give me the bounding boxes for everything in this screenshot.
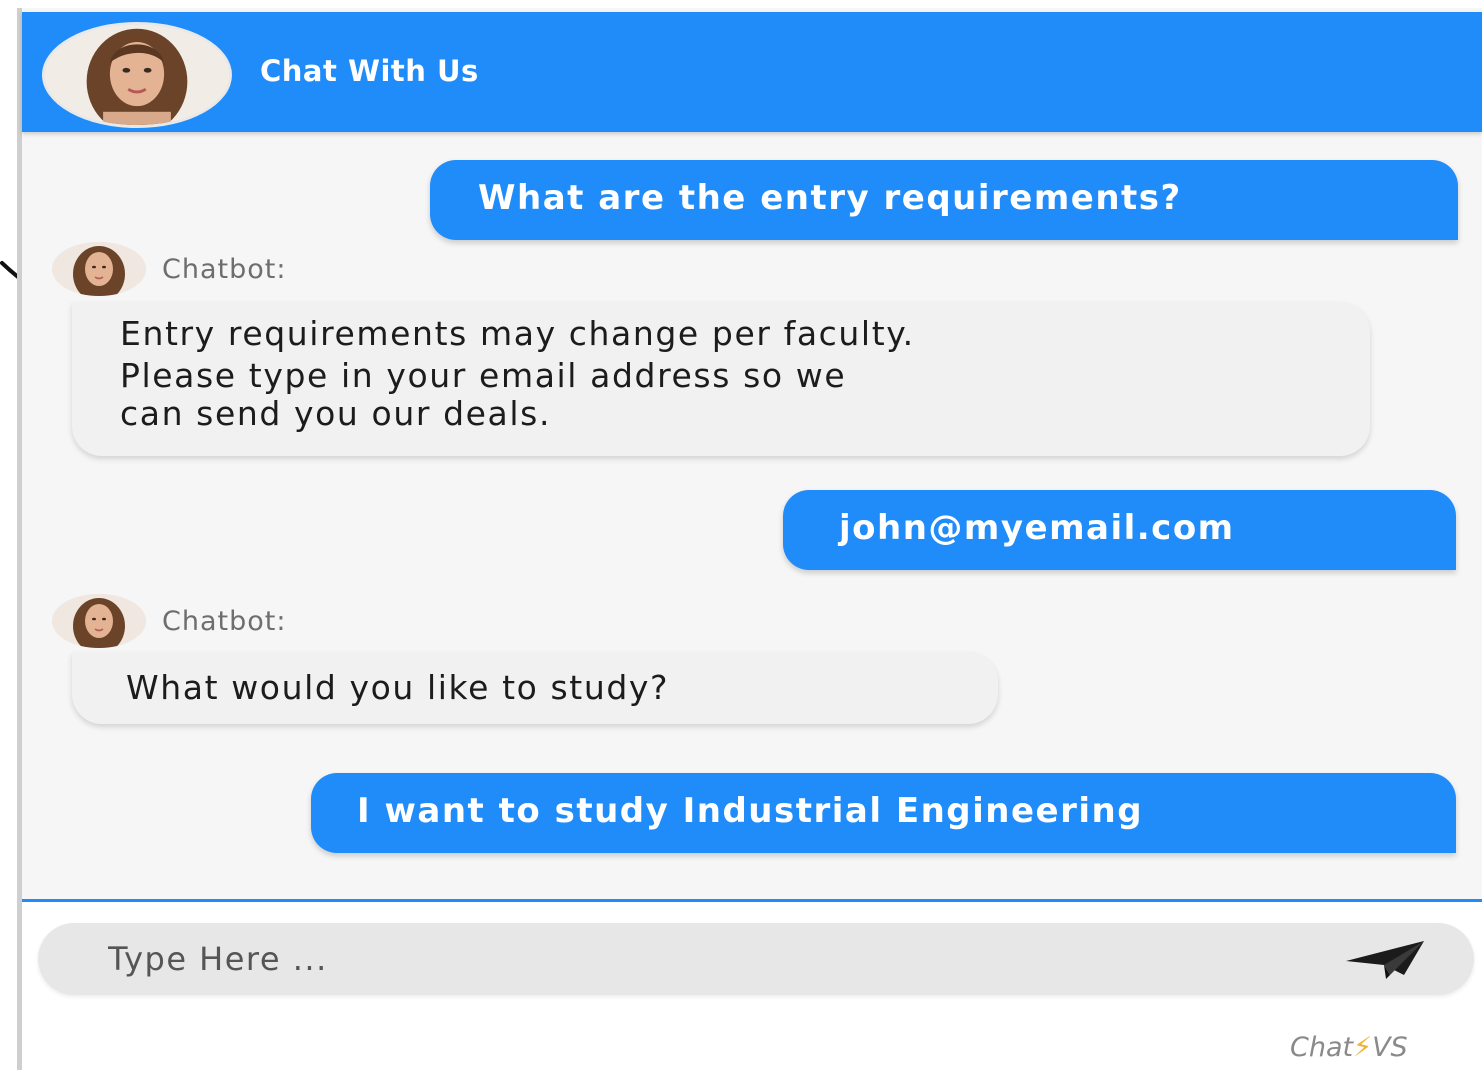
message-input[interactable] bbox=[108, 923, 1308, 995]
bot-message-line: What would you like to study? bbox=[126, 668, 670, 707]
bot-message: What would you like to study? bbox=[72, 652, 998, 724]
send-button[interactable] bbox=[1340, 935, 1430, 983]
bot-portrait-icon bbox=[52, 594, 146, 648]
bot-message-line: Entry requirements may change per facult… bbox=[120, 314, 915, 353]
bot-name-label: Chatbot: bbox=[162, 254, 287, 285]
bot-name-label: Chatbot: bbox=[162, 606, 287, 637]
bolt-icon: ⚡ bbox=[1353, 1032, 1373, 1063]
composer-divider bbox=[22, 899, 1482, 902]
branding-prefix: Chat bbox=[1290, 1032, 1354, 1063]
user-message-text: john@myemail.com bbox=[839, 508, 1235, 548]
user-message: I want to study Industrial Engineering bbox=[311, 773, 1456, 853]
user-message: john@myemail.com bbox=[783, 490, 1456, 570]
agent-portrait-icon bbox=[42, 22, 232, 128]
chat-header: Chat With Us bbox=[22, 12, 1482, 132]
page-frame: Chat With Us What are the entry requirem… bbox=[0, 0, 1482, 1070]
bot-label-row: Chatbot: bbox=[52, 242, 452, 296]
user-message-text: I want to study Industrial Engineering bbox=[357, 791, 1144, 831]
bot-message: Entry requirements may change per facult… bbox=[72, 302, 1370, 456]
user-message-text: What are the entry requirements? bbox=[478, 178, 1182, 218]
bot-portrait-icon bbox=[52, 242, 146, 296]
user-message: What are the entry requirements? bbox=[430, 160, 1458, 240]
paper-plane-icon bbox=[1346, 941, 1424, 979]
branding-suffix: VS bbox=[1372, 1032, 1408, 1063]
bot-label-row: Chatbot: bbox=[52, 594, 452, 648]
header-title: Chat With Us bbox=[260, 54, 479, 88]
bot-message-line: Please type in your email address so we bbox=[120, 356, 847, 395]
bot-message-line: can send you our deals. bbox=[120, 394, 552, 433]
branding-logo: Chat⚡VS bbox=[1290, 1032, 1408, 1068]
message-composer bbox=[38, 923, 1474, 995]
